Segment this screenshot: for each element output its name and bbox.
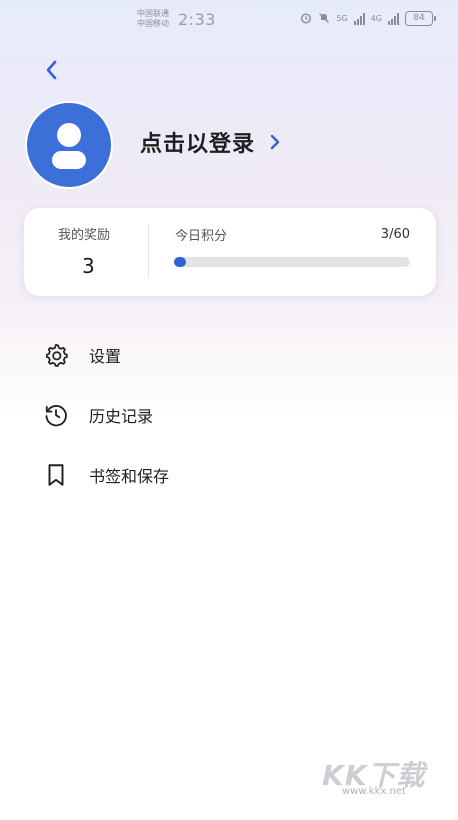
points-value: 3/60 (380, 227, 410, 242)
menu-item-bookmarks[interactable]: 书签和保存 (0, 450, 458, 500)
carrier-1: 中国联通 (137, 9, 169, 18)
user-avatar-icon (52, 123, 86, 169)
rewards-title: 我的奖励 (58, 228, 111, 243)
status-bar: 中国联通 中国移动 2:33 5G 4G 84 (0, 0, 458, 34)
network-type-1: 5G (336, 14, 348, 23)
network-type-2: 4G (370, 14, 382, 23)
reward-card: 我的奖励 3 今日积分 3/60 (24, 208, 436, 296)
signal-2-icon (388, 12, 399, 25)
points-progress-bar (174, 257, 410, 267)
login-link[interactable]: 点击以登录 (140, 126, 281, 158)
signal-1-icon (353, 12, 365, 25)
avatar[interactable] (25, 101, 113, 189)
menu-item-history[interactable]: 历史记录 (0, 390, 458, 440)
watermark-url: www.kkx.net (342, 786, 406, 797)
menu-item-settings[interactable]: 设置 (0, 330, 458, 380)
battery-level: 84 (405, 11, 433, 26)
rewards-count[interactable]: 3 (82, 254, 95, 278)
points-title: 今日积分 (175, 229, 228, 244)
gear-icon (42, 341, 70, 369)
menu-item-label: 历史记录 (89, 407, 154, 426)
chevron-left-icon (46, 60, 57, 80)
status-time: 2:33 (178, 10, 216, 29)
status-icons: 5G 4G 84 (300, 11, 436, 26)
watermark-logo: KK下载 www.kkx.net (322, 754, 432, 802)
carrier-labels: 中国联通 中国移动 (137, 9, 169, 29)
mute-icon (318, 12, 330, 26)
history-icon (42, 401, 70, 429)
carrier-2: 中国移动 (137, 19, 169, 28)
login-label: 点击以登录 (140, 132, 256, 157)
battery-icon: 84 (405, 11, 436, 26)
chevron-right-icon (269, 134, 281, 150)
points-progress-fill (174, 257, 186, 267)
alarm-icon (300, 12, 312, 26)
card-divider (148, 224, 149, 278)
back-button[interactable] (38, 56, 66, 84)
bookmark-icon (42, 461, 70, 489)
menu-item-label: 书签和保存 (89, 467, 170, 486)
menu-item-label: 设置 (89, 347, 122, 366)
